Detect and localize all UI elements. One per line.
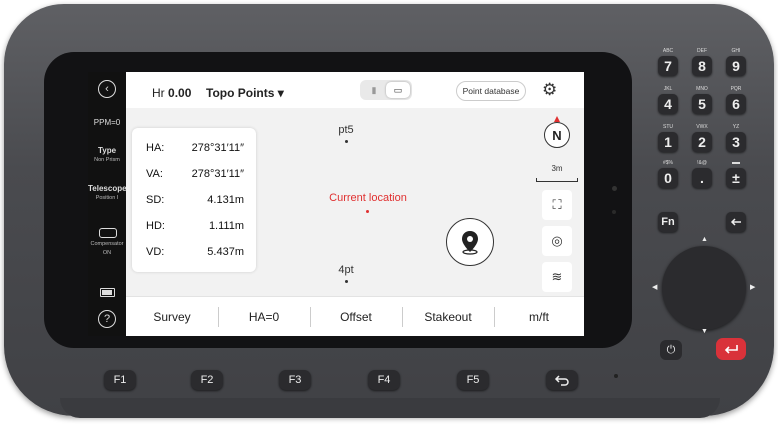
- key-4[interactable]: 4: [658, 94, 678, 114]
- type-value: Non Prism: [94, 157, 120, 163]
- telescope-label: Telescope: [88, 184, 127, 193]
- device-base: [60, 398, 720, 418]
- layers-icon[interactable]: ≋: [542, 262, 572, 292]
- softkey-offset[interactable]: Offset: [310, 297, 402, 336]
- map-point-marker[interactable]: [345, 140, 348, 143]
- hr-value: 0.00: [168, 86, 192, 100]
- key-3[interactable]: 3: [726, 132, 746, 152]
- telescope-value: Position I: [95, 195, 119, 201]
- back-key[interactable]: [546, 370, 578, 390]
- softkey-units[interactable]: m/ft: [494, 297, 584, 336]
- mode-dropdown[interactable]: Topo Points ▾: [206, 86, 284, 100]
- list-view-icon[interactable]: ▮: [362, 82, 386, 98]
- locate-button[interactable]: [446, 218, 494, 266]
- key-7[interactable]: 7: [658, 56, 678, 76]
- key-letters: YZ: [732, 124, 740, 130]
- back-icon[interactable]: ‹: [98, 80, 116, 98]
- hr-label: Hr: [152, 86, 165, 100]
- hr-readout: Hr 0.00: [152, 86, 191, 100]
- key-1[interactable]: 1: [658, 132, 678, 152]
- map-point-marker[interactable]: [345, 280, 348, 283]
- f4-key[interactable]: F4: [368, 370, 400, 390]
- key-6[interactable]: 6: [726, 94, 746, 114]
- key-5[interactable]: 5: [692, 94, 712, 114]
- indicator-led: [614, 374, 618, 378]
- type-label: Type: [97, 146, 117, 155]
- globe-icon[interactable]: ◎: [542, 226, 572, 256]
- top-bar: Hr 0.00 Topo Points ▾ ▮ ▭ Point database…: [126, 72, 584, 108]
- f2-key[interactable]: F2: [191, 370, 223, 390]
- ppm-status: PPM=0: [93, 118, 121, 127]
- key-0[interactable]: 0: [658, 168, 678, 188]
- down-arrow-icon[interactable]: ▼: [701, 328, 708, 335]
- key-plus-minus[interactable]: ±: [726, 168, 746, 188]
- power-key[interactable]: ⏻: [660, 340, 682, 360]
- map-point-label: 4pt: [338, 264, 354, 276]
- view-toggle[interactable]: ▮ ▭: [360, 80, 412, 100]
- current-location-marker: [366, 210, 369, 213]
- fn-key[interactable]: Fn: [658, 212, 678, 232]
- enter-key[interactable]: [716, 338, 746, 360]
- minus-mark: [732, 162, 740, 164]
- backspace-key[interactable]: [726, 212, 746, 232]
- key-letters: VWX: [696, 124, 708, 130]
- key-letters: MNO: [696, 86, 708, 92]
- softkey-ha0[interactable]: HA=0: [218, 297, 310, 336]
- key-letters: !&@: [697, 160, 707, 166]
- f5-key[interactable]: F5: [457, 370, 489, 390]
- key-letters: GHI: [731, 48, 741, 54]
- location-pin-icon: [462, 231, 478, 255]
- scale-bar: [536, 178, 578, 182]
- compass-icon[interactable]: N: [544, 122, 570, 148]
- key-letters: ABC: [662, 48, 674, 54]
- compensator-status: Compensator ON: [90, 241, 124, 256]
- instrument-view-icon[interactable]: ▭: [386, 82, 410, 98]
- map-point-label: pt5: [338, 124, 354, 136]
- sensor-dot: [612, 186, 617, 191]
- status-sidebar: ‹ PPM=0 Type Non Prism Telescope Positio…: [88, 72, 127, 336]
- key-8[interactable]: 8: [692, 56, 712, 76]
- f3-key[interactable]: F3: [279, 370, 311, 390]
- help-icon[interactable]: ?: [98, 310, 116, 328]
- enter-icon: [724, 345, 738, 354]
- point-database-button[interactable]: Point database: [456, 81, 526, 101]
- compensator-icon: [99, 228, 117, 238]
- navigation-dpad[interactable]: [662, 246, 746, 330]
- key-letters: DEF: [697, 48, 707, 54]
- key-dot[interactable]: .: [692, 168, 712, 188]
- battery-icon: [100, 288, 115, 297]
- map-view[interactable]: HA: 278°31′11″ VA: 278°31′11″ SD: 4.131m HD…: [126, 108, 584, 296]
- gear-icon[interactable]: ⚙: [542, 80, 557, 100]
- key-9[interactable]: 9: [726, 56, 746, 76]
- softkey-stakeout[interactable]: Stakeout: [402, 297, 494, 336]
- screen: ‹ PPM=0 Type Non Prism Telescope Positio…: [88, 72, 584, 336]
- f1-key[interactable]: F1: [104, 370, 136, 390]
- sensor-dot: [612, 210, 616, 214]
- key-letters: STU: [663, 124, 673, 130]
- current-location-label: Current location: [329, 192, 407, 204]
- key-letters: PQR: [730, 86, 742, 92]
- key-letters: JKL: [663, 86, 673, 92]
- softkey-survey[interactable]: Survey: [126, 297, 218, 336]
- key-letters: #$%: [662, 160, 673, 166]
- scale-label: 3m: [551, 164, 563, 173]
- return-arrow-icon: [554, 375, 569, 386]
- measurement-card: HA: 278°31′11″ VA: 278°31′11″ SD: 4.131m HD…: [132, 128, 256, 272]
- fullscreen-icon[interactable]: ⛶: [542, 190, 572, 220]
- left-arrow-icon[interactable]: ◀: [652, 283, 657, 291]
- backspace-icon: [730, 218, 741, 226]
- up-arrow-icon[interactable]: ▲: [701, 236, 708, 243]
- right-arrow-icon[interactable]: ▶: [750, 283, 755, 291]
- softkey-bar: Survey HA=0 Offset Stakeout m/ft: [126, 296, 584, 336]
- key-2[interactable]: 2: [692, 132, 712, 152]
